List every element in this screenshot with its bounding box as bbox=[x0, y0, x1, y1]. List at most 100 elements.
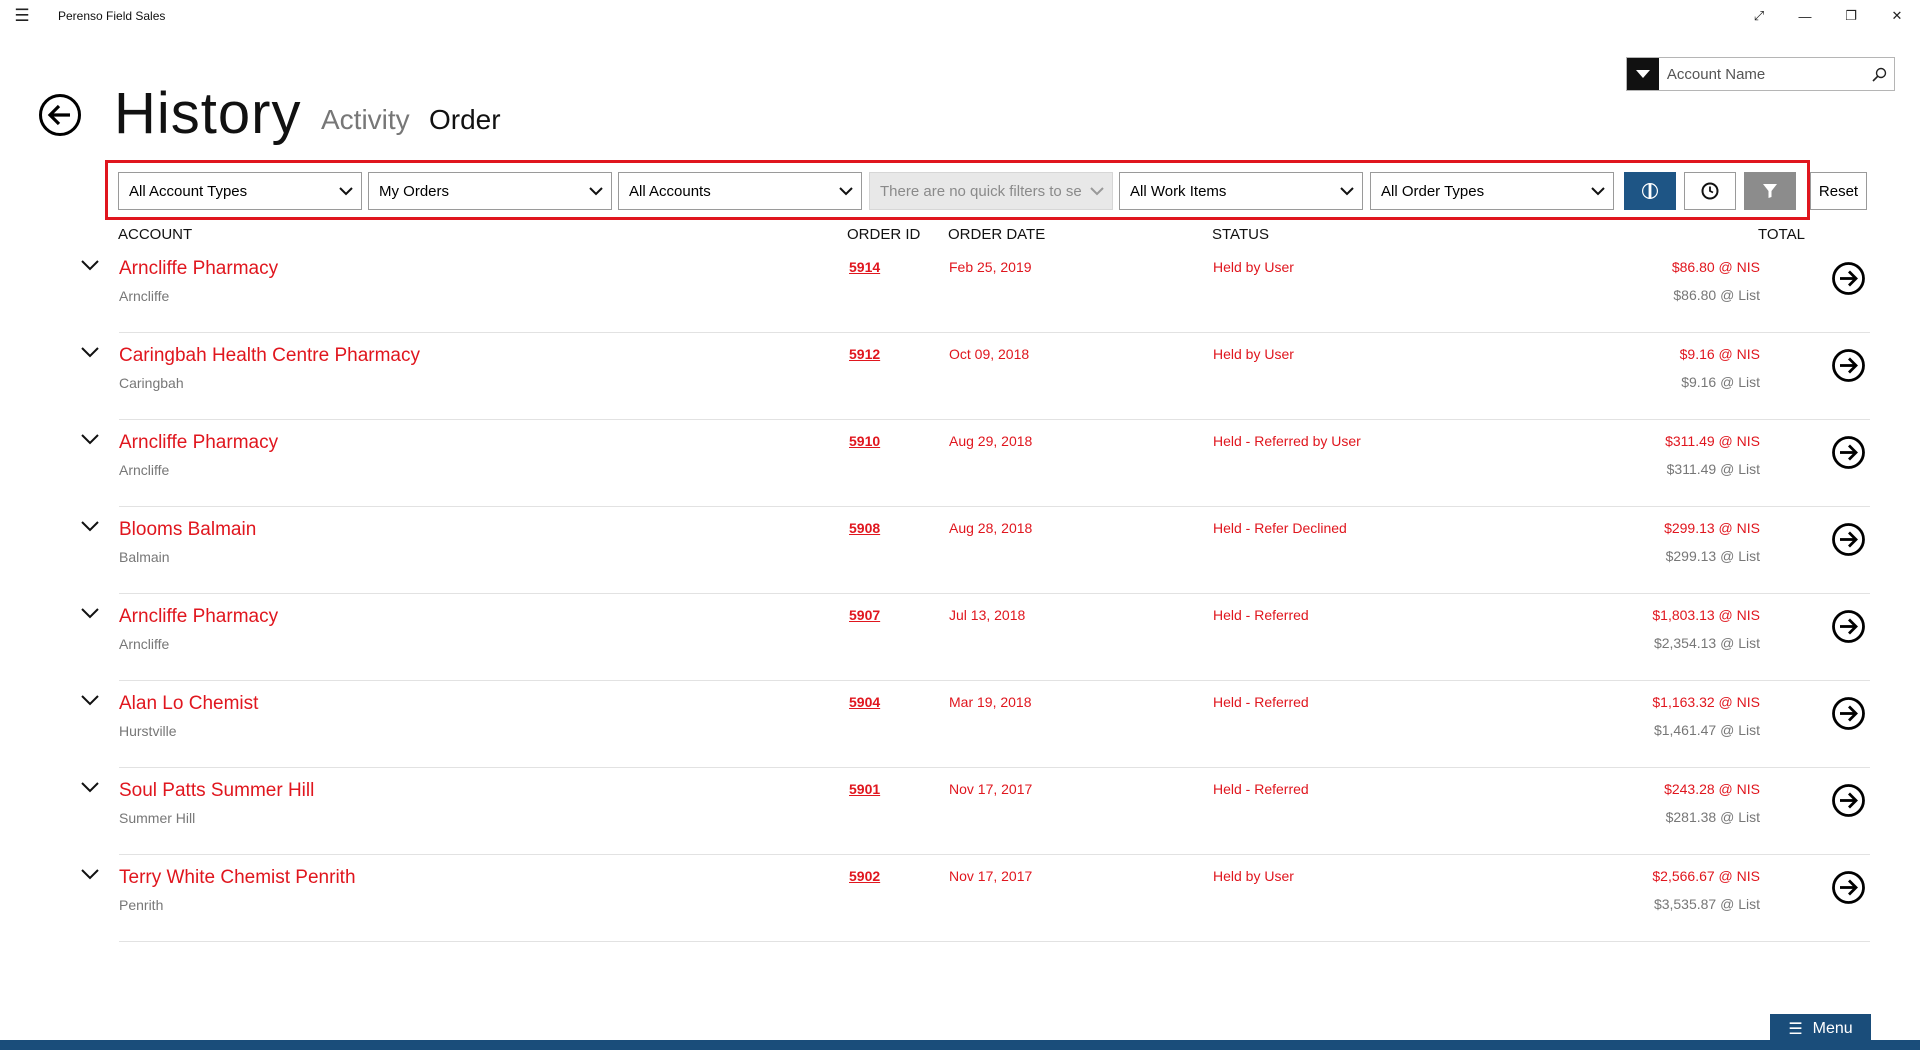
chevron-down-icon[interactable] bbox=[80, 258, 100, 272]
account-name-link[interactable]: Arncliffe Pharmacy bbox=[119, 432, 278, 454]
hamburger-icon[interactable]: ☰ bbox=[0, 0, 44, 32]
order-id-link[interactable]: 5902 bbox=[849, 868, 880, 884]
account-name-link[interactable]: Arncliffe Pharmacy bbox=[119, 606, 278, 628]
open-order-arrow-icon[interactable] bbox=[1831, 696, 1866, 731]
quick-filters-select: There are no quick filters to sel bbox=[869, 172, 1113, 210]
total-list: $3,535.87 @ List bbox=[1653, 896, 1760, 912]
account-name-link[interactable]: Caringbah Health Centre Pharmacy bbox=[119, 345, 420, 367]
chevron-down-icon bbox=[331, 186, 361, 196]
order-row[interactable]: Alan Lo Chemist Hurstville 5904 Mar 19, 201… bbox=[60, 681, 1870, 768]
order-id-link[interactable]: 5901 bbox=[849, 781, 880, 797]
total-nis: $2,566.67 @ NIS bbox=[1652, 868, 1760, 884]
title-bar: ☰ Perenso Field Sales ⤢ — ❐ ✕ bbox=[0, 0, 1920, 32]
contrast-toggle-button[interactable] bbox=[1624, 172, 1676, 210]
order-row[interactable]: Caringbah Health Centre Pharmacy Caringba… bbox=[60, 333, 1870, 420]
column-header-account[interactable]: ACCOUNT bbox=[118, 226, 192, 243]
account-types-select[interactable]: All Account Types bbox=[118, 172, 362, 210]
total-list: $86.80 @ List bbox=[1673, 287, 1760, 303]
order-types-select[interactable]: All Order Types bbox=[1370, 172, 1614, 210]
chevron-down-icon[interactable] bbox=[80, 432, 100, 446]
order-id-link[interactable]: 5914 bbox=[849, 259, 880, 275]
account-search bbox=[1626, 57, 1895, 91]
chevron-down-icon[interactable] bbox=[80, 606, 100, 620]
menu-label: Menu bbox=[1812, 1020, 1853, 1037]
order-date: Jul 13, 2018 bbox=[949, 607, 1026, 623]
order-id-link[interactable]: 5912 bbox=[849, 346, 880, 362]
order-row[interactable]: Arncliffe Pharmacy Arncliffe 5914 Feb 25, 2… bbox=[60, 246, 1870, 333]
chevron-down-icon bbox=[1082, 186, 1112, 196]
work-items-value: All Work Items bbox=[1130, 182, 1227, 200]
order-types-value: All Order Types bbox=[1381, 182, 1485, 200]
recent-button[interactable] bbox=[1684, 172, 1736, 210]
expand-icon[interactable]: ⤢ bbox=[1736, 0, 1782, 32]
order-row[interactable]: Arncliffe Pharmacy Arncliffe 5910 Aug 29, 2… bbox=[60, 420, 1870, 507]
close-icon[interactable]: ✕ bbox=[1874, 0, 1920, 32]
minimize-icon[interactable]: — bbox=[1782, 0, 1828, 32]
total-nis: $86.80 @ NIS bbox=[1671, 259, 1760, 275]
chevron-down-icon[interactable] bbox=[80, 519, 100, 533]
page-title: History bbox=[114, 81, 302, 146]
search-icon[interactable] bbox=[1866, 58, 1894, 90]
chevron-down-icon[interactable] bbox=[80, 693, 100, 707]
restore-icon[interactable]: ❐ bbox=[1828, 0, 1874, 32]
order-status: Held by User bbox=[1213, 346, 1294, 362]
order-id-link[interactable]: 5904 bbox=[849, 694, 880, 710]
accounts-value: All Accounts bbox=[629, 182, 711, 200]
open-order-arrow-icon[interactable] bbox=[1831, 261, 1866, 296]
work-items-select[interactable]: All Work Items bbox=[1119, 172, 1363, 210]
search-dropdown-button[interactable] bbox=[1627, 58, 1659, 90]
total-list: $281.38 @ List bbox=[1665, 809, 1760, 825]
order-id-link[interactable]: 5907 bbox=[849, 607, 880, 623]
accounts-select[interactable]: All Accounts bbox=[618, 172, 862, 210]
back-arrow-icon bbox=[39, 94, 81, 136]
chevron-down-icon bbox=[581, 186, 611, 196]
order-row[interactable]: Terry White Chemist Penrith Penrith 5902 No… bbox=[60, 855, 1870, 942]
chevron-down-icon[interactable] bbox=[80, 780, 100, 794]
total-nis: $243.28 @ NIS bbox=[1664, 781, 1760, 797]
order-date: Nov 17, 2017 bbox=[949, 781, 1033, 797]
open-order-arrow-icon[interactable] bbox=[1831, 870, 1866, 905]
back-button[interactable] bbox=[38, 93, 82, 137]
order-status: Held - Referred bbox=[1213, 607, 1309, 623]
column-header-status[interactable]: STATUS bbox=[1212, 226, 1269, 243]
account-name-link[interactable]: Alan Lo Chemist bbox=[119, 693, 258, 715]
tab-activity[interactable]: Activity bbox=[321, 104, 410, 136]
column-header-total[interactable]: TOTAL bbox=[1758, 226, 1805, 243]
open-order-arrow-icon[interactable] bbox=[1831, 522, 1866, 557]
order-status: Held - Referred bbox=[1213, 781, 1309, 797]
order-id-link[interactable]: 5910 bbox=[849, 433, 880, 449]
reset-button[interactable]: Reset bbox=[1810, 172, 1867, 210]
total-nis: $1,803.13 @ NIS bbox=[1652, 607, 1760, 623]
account-name-link[interactable]: Blooms Balmain bbox=[119, 519, 256, 541]
order-date: Feb 25, 2019 bbox=[949, 259, 1032, 275]
half-circle-icon bbox=[1642, 183, 1658, 199]
orders-select[interactable]: My Orders bbox=[368, 172, 612, 210]
account-suburb: Summer Hill bbox=[119, 810, 196, 826]
account-name-link[interactable]: Arncliffe Pharmacy bbox=[119, 258, 278, 280]
open-order-arrow-icon[interactable] bbox=[1831, 435, 1866, 470]
quick-filters-value: There are no quick filters to sel bbox=[880, 182, 1082, 200]
account-suburb: Caringbah bbox=[119, 375, 184, 391]
filter-button[interactable] bbox=[1744, 172, 1796, 210]
open-order-arrow-icon[interactable] bbox=[1831, 609, 1866, 644]
search-input[interactable] bbox=[1658, 58, 1866, 90]
column-header-order-date[interactable]: ORDER DATE bbox=[948, 226, 1045, 243]
account-name-link[interactable]: Soul Patts Summer Hill bbox=[119, 780, 314, 802]
open-order-arrow-icon[interactable] bbox=[1831, 783, 1866, 818]
order-row[interactable]: Blooms Balmain Balmain 5908 Aug 28, 2018 Hel… bbox=[60, 507, 1870, 594]
order-id-link[interactable]: 5908 bbox=[849, 520, 880, 536]
clock-icon bbox=[1701, 182, 1719, 200]
order-status: Held by User bbox=[1213, 259, 1294, 275]
order-row[interactable]: Soul Patts Summer Hill Summer Hill 5901 Nov… bbox=[60, 768, 1870, 855]
order-status: Held - Referred bbox=[1213, 694, 1309, 710]
open-order-arrow-icon[interactable] bbox=[1831, 348, 1866, 383]
tab-order[interactable]: Order bbox=[429, 104, 501, 136]
account-name-link[interactable]: Terry White Chemist Penrith bbox=[119, 867, 356, 889]
order-row[interactable]: Arncliffe Pharmacy Arncliffe 5907 Jul 13, 2… bbox=[60, 594, 1870, 681]
account-suburb: Arncliffe bbox=[119, 462, 170, 478]
column-header-order-id[interactable]: ORDER ID bbox=[847, 226, 920, 243]
account-suburb: Arncliffe bbox=[119, 288, 170, 304]
chevron-down-icon[interactable] bbox=[80, 345, 100, 359]
chevron-down-icon bbox=[1583, 186, 1613, 196]
chevron-down-icon[interactable] bbox=[80, 867, 100, 881]
